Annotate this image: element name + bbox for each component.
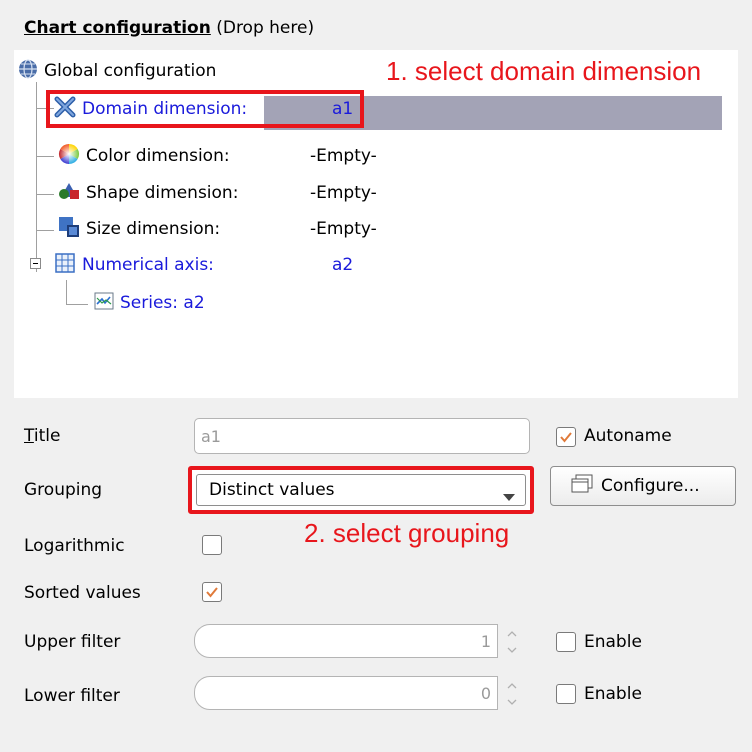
upper-enable-label: Enable bbox=[584, 632, 642, 652]
numerical-axis-value: a2 bbox=[332, 255, 354, 275]
header-title: Chart configuration bbox=[24, 18, 211, 38]
tree-root-global-configuration[interactable]: Global configuration bbox=[18, 56, 216, 86]
numerical-axis-label: Numerical axis: bbox=[82, 255, 214, 275]
grouping-dropdown[interactable]: Distinct values bbox=[196, 474, 526, 506]
annotation-box-domain bbox=[46, 90, 364, 128]
tree-root-label: Global configuration bbox=[44, 61, 217, 81]
annotation-step2: 2. select grouping bbox=[304, 518, 510, 548]
annotation-box-grouping: Distinct values bbox=[188, 466, 534, 514]
grouping-value: Distinct values bbox=[209, 480, 335, 500]
tree-item-color-dimension[interactable]: Color dimension: -Empty- bbox=[58, 141, 377, 171]
logarithmic-checkbox[interactable] bbox=[202, 535, 222, 555]
title-input-value: a1 bbox=[201, 426, 221, 446]
configure-label: Configure... bbox=[601, 476, 700, 496]
configure-button[interactable]: Configure... bbox=[550, 466, 736, 506]
shape-dimension-value: -Empty- bbox=[310, 183, 377, 203]
spinner-arrows-icon[interactable] bbox=[501, 625, 523, 657]
series-label: Series: a2 bbox=[120, 293, 205, 313]
grouping-label: Grouping bbox=[24, 480, 103, 500]
tree-item-size-dimension[interactable]: Size dimension: -Empty- bbox=[58, 214, 377, 244]
tree-item-series[interactable]: Series: a2 bbox=[94, 288, 205, 318]
tree-item-shape-dimension[interactable]: Shape dimension: -Empty- bbox=[58, 178, 377, 208]
spinner-arrows-icon[interactable] bbox=[501, 677, 523, 709]
sorted-values-label: Sorted values bbox=[24, 583, 141, 603]
lower-enable-label: Enable bbox=[584, 684, 642, 704]
lower-filter-spinner[interactable]: 0 bbox=[194, 676, 517, 710]
tree-connector bbox=[36, 156, 54, 157]
tree-connector bbox=[66, 304, 88, 305]
chevron-down-icon bbox=[503, 487, 515, 507]
upper-filter-spinner[interactable]: 1 bbox=[194, 624, 517, 658]
title-input[interactable]: a1 bbox=[194, 418, 530, 454]
shape-dimension-label: Shape dimension: bbox=[86, 183, 239, 203]
tree-item-numerical-axis[interactable]: Numerical axis: a2 bbox=[54, 250, 353, 280]
lower-enable-checkbox[interactable] bbox=[556, 684, 576, 704]
lower-filter-value: 0 bbox=[480, 684, 491, 703]
header-hint: (Drop here) bbox=[216, 18, 315, 38]
lower-filter-label: Lower filter bbox=[24, 686, 120, 706]
size-dimension-value: -Empty- bbox=[310, 219, 377, 239]
logarithmic-label: Logarithmic bbox=[24, 536, 125, 556]
color-dimension-label: Color dimension: bbox=[86, 146, 230, 166]
tree-connector bbox=[66, 280, 67, 304]
upper-enable-checkbox[interactable] bbox=[556, 632, 576, 652]
configuration-tree[interactable]: Global configuration Domain dimension: a… bbox=[14, 50, 738, 398]
autoname-label: Autoname bbox=[584, 426, 672, 446]
globe-icon bbox=[18, 58, 38, 84]
autoname-checkbox[interactable] bbox=[556, 427, 576, 447]
tree-connector bbox=[36, 194, 54, 195]
tree-connector bbox=[36, 230, 54, 231]
series-chart-icon bbox=[94, 291, 114, 316]
shapes-icon bbox=[58, 180, 80, 207]
annotation-step1: 1. select domain dimension bbox=[386, 56, 702, 86]
sorted-values-checkbox[interactable] bbox=[202, 582, 222, 602]
collapse-toggle[interactable] bbox=[30, 258, 41, 269]
chart-configuration-header: Chart configuration (Drop here) bbox=[24, 18, 314, 38]
grid-axis-icon bbox=[54, 252, 76, 279]
color-wheel-icon bbox=[58, 143, 80, 170]
size-icon bbox=[58, 216, 80, 243]
size-dimension-label: Size dimension: bbox=[86, 219, 221, 239]
window-icon bbox=[571, 474, 593, 499]
title-label: Title bbox=[24, 426, 61, 446]
upper-filter-value: 1 bbox=[480, 632, 491, 651]
upper-filter-label: Upper filter bbox=[24, 632, 121, 652]
color-dimension-value: -Empty- bbox=[310, 146, 377, 166]
tree-connector bbox=[36, 82, 37, 272]
